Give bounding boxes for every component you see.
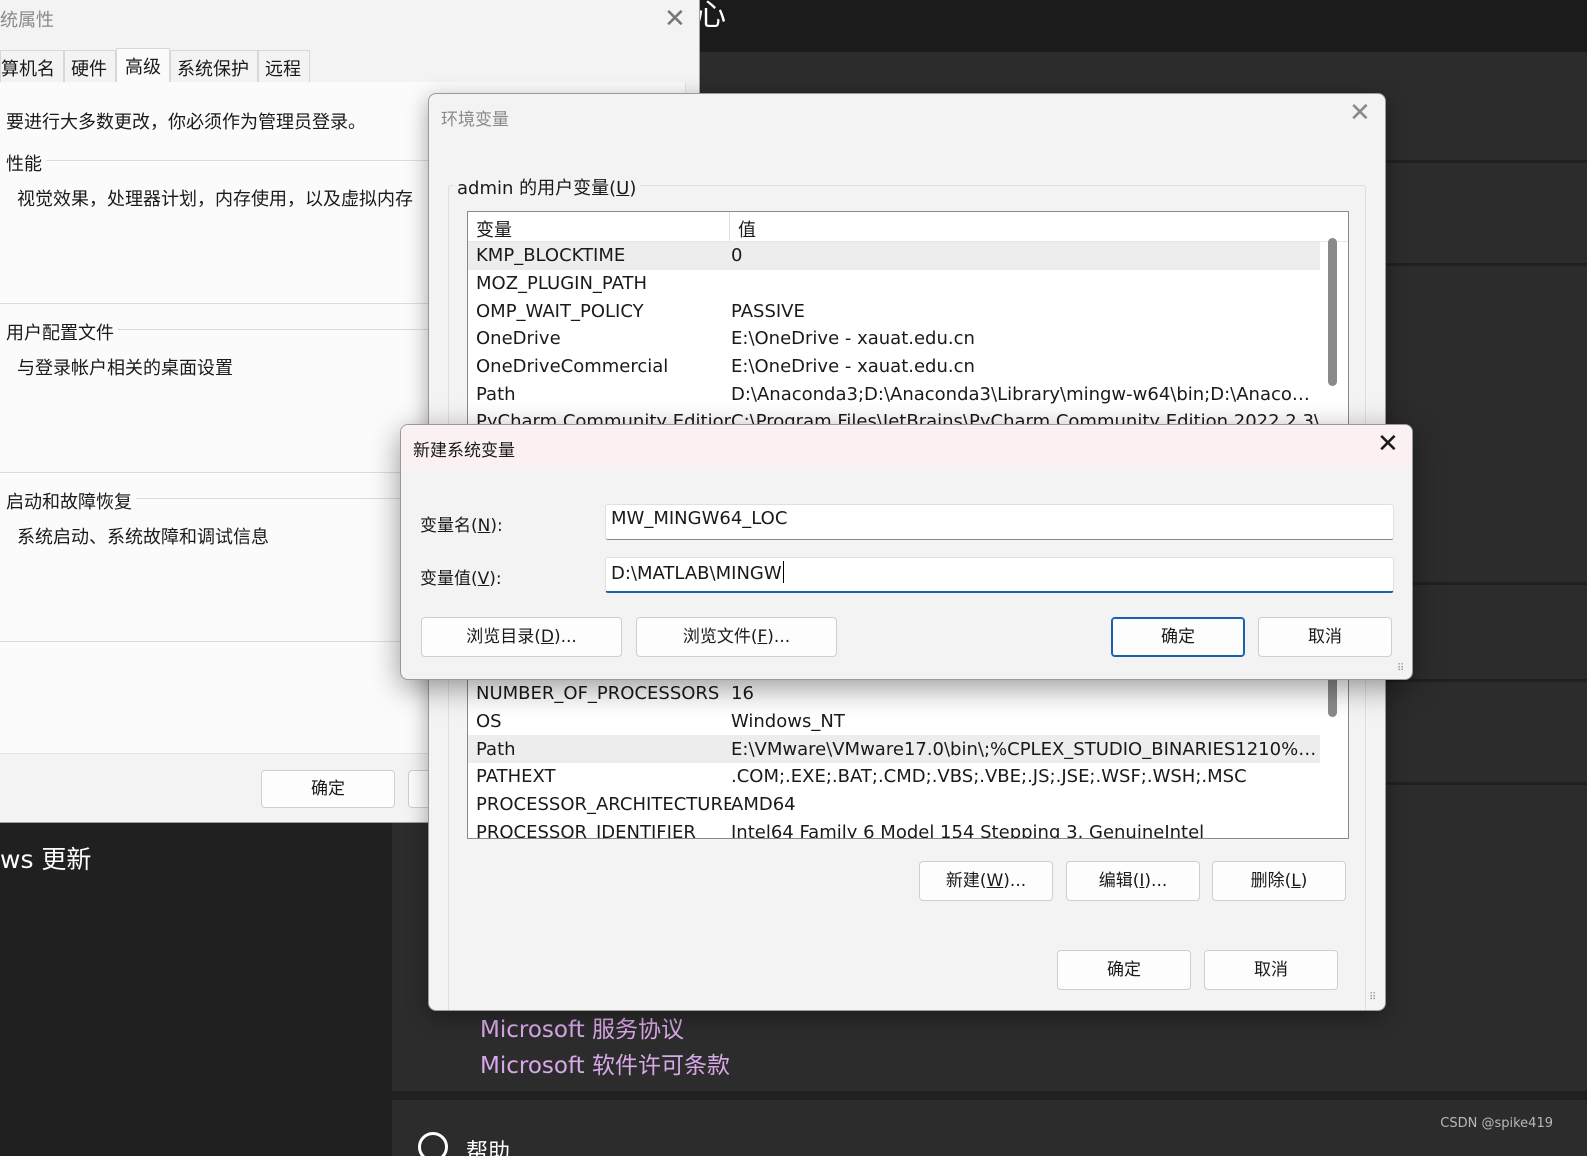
tab-remote[interactable]: 远程 — [258, 50, 310, 82]
startup-recovery-description: 系统启动、系统故障和调试信息 — [17, 527, 269, 548]
mnemonic: D — [540, 627, 554, 647]
table-row[interactable]: OS Windows_NT — [468, 708, 1320, 736]
windows-update-heading[interactable]: ws 更新 — [0, 840, 91, 876]
table-row[interactable]: PROCESSOR_IDENTIFIER Intel64 Family 6 Mod… — [468, 818, 1320, 838]
mnemonic: L — [1291, 871, 1301, 891]
column-header-name[interactable]: 变量 — [468, 212, 730, 241]
table-row[interactable]: MOZ_PLUGIN_PATH — [468, 270, 1320, 298]
cancel-button[interactable]: 取消 — [1204, 950, 1338, 990]
mnemonic: U — [616, 178, 630, 199]
resize-grip-icon[interactable]: ⠿ — [1369, 992, 1376, 1003]
user-profile-group-title: 用户配置文件 — [6, 323, 114, 344]
ms-service-agreement-link[interactable]: Microsoft 服务协议 — [480, 1010, 684, 1044]
startup-recovery-group-title: 启动和故障恢复 — [6, 492, 132, 513]
help-icon — [418, 1132, 448, 1156]
performance-description: 视觉效果，处理器计划，内存使用，以及虚拟内存 — [17, 189, 413, 210]
admin-notice: 要进行大多数更改，你必须作为管理员登录。 — [6, 112, 366, 133]
close-icon[interactable]: ✕ — [1377, 429, 1399, 459]
system-variables-list[interactable]: NUMBER_OF_PROCESSORS 16 OS Windows_NT Path… — [467, 674, 1349, 839]
group-divider — [0, 303, 430, 304]
group-divider — [46, 160, 430, 161]
settings-card — [392, 1100, 1587, 1156]
user-variables-list[interactable]: 变量 值 KMP_BLOCKTIME 0 MOZ_PLUGIN_PATH OMP_… — [467, 211, 1349, 426]
dialog-title: 统属性 — [0, 10, 54, 31]
close-icon[interactable]: ✕ — [664, 4, 686, 34]
dialog-title: 环境变量 — [441, 110, 509, 130]
resize-grip-icon[interactable]: ⠿ — [1397, 663, 1404, 674]
watermark: CSDN @spike419 — [1440, 1116, 1553, 1131]
new-system-variable-dialog: 新建系统变量 ✕ 变量名(N): MW_MINGW64_LOC 变量值(V): … — [400, 424, 1413, 680]
table-row[interactable]: OneDriveCommercial E:\OneDrive - xauat.ed… — [468, 353, 1320, 381]
variable-value-label: 变量值(V): — [420, 569, 502, 589]
settings-header-glyph: 心 — [696, 0, 726, 33]
mnemonic: F — [757, 627, 768, 647]
column-header-value[interactable]: 值 — [730, 212, 756, 241]
mnemonic: V — [477, 569, 490, 589]
delete-variable-button[interactable]: 删除(L) — [1212, 861, 1346, 901]
table-row[interactable]: NUMBER_OF_PROCESSORS 16 — [468, 680, 1320, 708]
mnemonic: N — [477, 516, 491, 536]
user-variables-group-label: admin 的用户变量(U) — [453, 174, 641, 200]
edit-variable-button[interactable]: 编辑(I)... — [1066, 861, 1200, 901]
performance-group-title: 性能 — [6, 154, 42, 175]
close-icon[interactable]: ✕ — [1349, 98, 1371, 128]
ms-license-terms-link[interactable]: Microsoft 软件许可条款 — [480, 1046, 730, 1080]
variable-value-input[interactable]: D:\MATLAB\MINGW — [605, 557, 1394, 593]
ok-button[interactable]: 确定 — [1111, 617, 1245, 657]
tab-strip: 算机名 硬件 高级 系统保护 远程 — [0, 48, 310, 82]
dialog-title: 新建系统变量 — [413, 441, 515, 461]
table-row[interactable]: Path D:\Anaconda3;D:\Anaconda3\Library\mi… — [468, 380, 1320, 408]
cancel-button[interactable]: 取消 — [1258, 617, 1392, 657]
group-divider — [0, 472, 430, 473]
table-row[interactable]: PATHEXT .COM;.EXE;.BAT;.CMD;.VBS;.VBE;.JS… — [468, 763, 1320, 791]
help-label[interactable]: 帮助 — [466, 1134, 510, 1156]
table-row[interactable]: OMP_WAIT_POLICY PASSIVE — [468, 297, 1320, 325]
mnemonic: W — [986, 871, 1004, 891]
ok-button[interactable]: 确定 — [1057, 950, 1191, 990]
new-variable-button[interactable]: 新建(W)... — [919, 861, 1053, 901]
dialog-title-bar — [401, 425, 1412, 469]
ok-button[interactable]: 确定 — [261, 770, 395, 808]
tab-system-protection[interactable]: 系统保护 — [170, 50, 258, 82]
browse-file-button[interactable]: 浏览文件(F)... — [636, 617, 837, 657]
variable-name-input[interactable]: MW_MINGW64_LOC — [605, 504, 1394, 540]
table-row[interactable]: Path E:\VMware\VMware17.0\bin\;%CPLEX_STU… — [468, 735, 1320, 764]
variable-name-label: 变量名(N): — [420, 516, 503, 536]
text-caret — [782, 561, 784, 583]
group-divider — [136, 498, 430, 499]
list-header: 变量 值 — [468, 212, 1348, 242]
user-profile-description: 与登录帐户相关的桌面设置 — [17, 358, 233, 379]
tab-hardware[interactable]: 硬件 — [64, 50, 116, 82]
group-divider — [118, 329, 430, 330]
table-row[interactable]: PROCESSOR_ARCHITECTURE AMD64 — [468, 791, 1320, 819]
browse-directory-button[interactable]: 浏览目录(D)... — [421, 617, 622, 657]
system-list-scrollbar[interactable] — [1328, 675, 1337, 717]
tab-computer-name[interactable]: 算机名 — [0, 50, 64, 82]
table-row[interactable]: OneDrive E:\OneDrive - xauat.edu.cn — [468, 325, 1320, 353]
table-row[interactable]: KMP_BLOCKTIME 0 — [468, 242, 1320, 270]
tab-advanced[interactable]: 高级 — [116, 48, 170, 82]
user-list-scrollbar[interactable] — [1328, 238, 1337, 386]
group-divider — [0, 641, 430, 642]
